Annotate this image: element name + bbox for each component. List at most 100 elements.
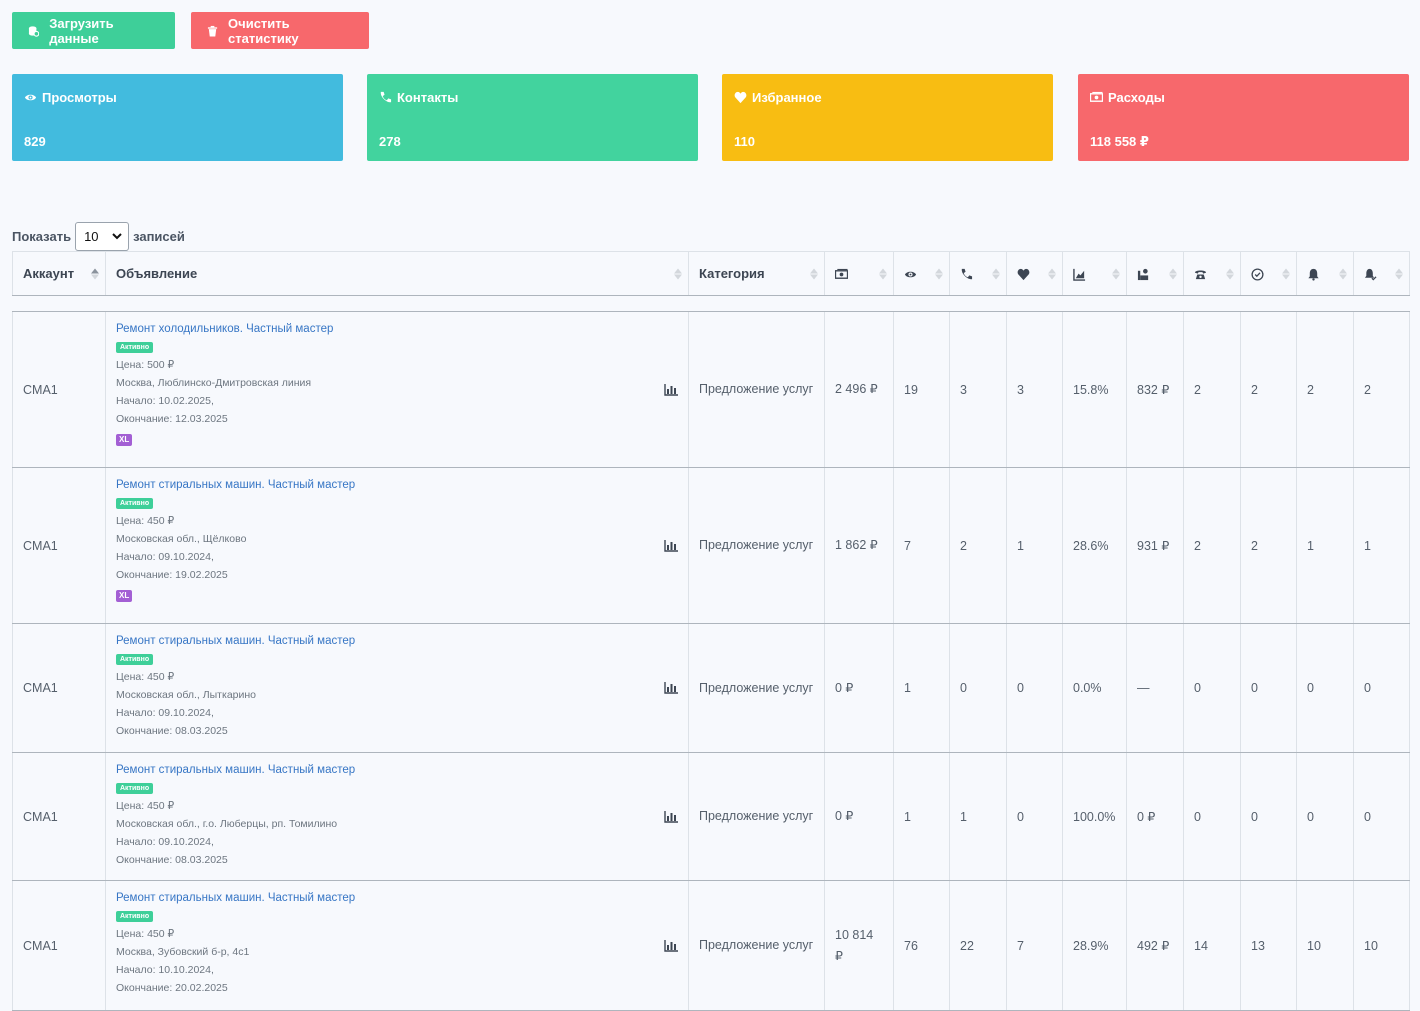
cell-cost: 0 ₽: [824, 623, 894, 753]
ad-title-link[interactable]: Ремонт стиральных машин. Частный мастер: [116, 476, 678, 494]
cell-notifications: 0: [1296, 752, 1354, 881]
cell-notifications: 0: [1296, 623, 1354, 753]
ad-price: Цена: 450 ₽: [116, 671, 175, 683]
ad-title-link[interactable]: Ремонт холодильников. Частный мастер: [116, 320, 678, 338]
cell-category: Предложение услуг: [688, 623, 825, 753]
sort-icon: [935, 268, 943, 279]
cell-conversion: 28.9%: [1062, 880, 1127, 1011]
trash-icon: [207, 25, 218, 37]
bar-chart-icon[interactable]: [664, 939, 678, 952]
cell-calls: 14: [1183, 880, 1241, 1011]
column-account[interactable]: Аккаунт: [12, 251, 106, 296]
sort-icon: [1339, 268, 1347, 279]
cell-cost-per-contact: 931 ₽: [1126, 467, 1184, 624]
bar-chart-icon[interactable]: [664, 539, 678, 552]
cell-notifications: 10: [1296, 880, 1354, 1011]
column-contacts[interactable]: [949, 251, 1007, 296]
ad-address: Московская обл., г.о. Люберцы, рп. Томил…: [116, 818, 338, 830]
ad-price: Цена: 450 ₽: [116, 515, 175, 527]
column-notifications-done[interactable]: [1353, 251, 1410, 296]
cell-contacts: 22: [949, 880, 1007, 1011]
cell-contacts: 3: [949, 311, 1007, 468]
column-favorites[interactable]: [1006, 251, 1063, 296]
load-data-button[interactable]: Загрузить данные: [12, 12, 175, 49]
table-row: CMA1 Ремонт стиральных машин. Частный ма…: [12, 467, 1410, 624]
ad-start-date: Начало: 09.10.2024,: [116, 707, 214, 719]
cell-cost: 2 496 ₽: [824, 311, 894, 468]
ad-title-link[interactable]: Ремонт стиральных машин. Частный мастер: [116, 761, 678, 779]
table-header-row: Аккаунт Объявление Категория: [12, 251, 1410, 296]
views-card-title: Просмотры: [42, 90, 117, 105]
ad-address: Московская обл., Щёлково: [116, 533, 247, 545]
column-cost[interactable]: [824, 251, 894, 296]
column-cost-per-contact[interactable]: [1126, 251, 1184, 296]
chart-area-icon: [1073, 268, 1086, 281]
ad-address: Москва, Зубовский б-р, 4с1: [116, 946, 250, 958]
page-length-select[interactable]: 10: [75, 221, 130, 251]
cell-views: 19: [893, 311, 950, 468]
bar-chart-icon[interactable]: [664, 383, 678, 396]
ad-price: Цена: 500 ₽: [116, 359, 175, 371]
ad-price: Цена: 450 ₽: [116, 928, 175, 940]
table-row: CMA1 Ремонт стиральных машин. Частный ма…: [12, 623, 1410, 753]
cell-notifications: 1: [1296, 467, 1354, 624]
sort-icon: [1112, 268, 1120, 279]
page-length-value: 10: [84, 228, 99, 244]
sort-icon: [810, 268, 818, 279]
clear-stats-label: Очистить статистику: [228, 15, 299, 46]
cell-account: CMA1: [12, 752, 106, 881]
eye-icon: [904, 271, 917, 278]
bar-chart-icon[interactable]: [664, 810, 678, 823]
favorites-card: Избранное 110: [722, 74, 1053, 161]
cell-category: Предложение услуг: [688, 311, 825, 468]
cell-views: 1: [893, 752, 950, 881]
cell-cost: 1 862 ₽: [824, 467, 894, 624]
cell-conversion: 0.0%: [1062, 623, 1127, 753]
ad-address: Москва, Люблинско-Дмитровская линия: [116, 377, 312, 389]
ad-start-date: Начало: 09.10.2024,: [116, 836, 214, 848]
column-category[interactable]: Категория: [688, 251, 825, 296]
cell-notifications-done: 10: [1353, 880, 1410, 1011]
xl-badge: XL: [116, 434, 133, 446]
column-conversion[interactable]: [1062, 251, 1127, 296]
status-badge: Активно: [116, 911, 154, 922]
column-done[interactable]: [1240, 251, 1297, 296]
ad-title-link[interactable]: Ремонт стиральных машин. Частный мастер: [116, 889, 678, 907]
ad-end-date: Окончание: 08.03.2025: [116, 725, 228, 737]
column-notifications[interactable]: [1296, 251, 1354, 296]
sort-icon: [1226, 268, 1234, 279]
ad-title-link[interactable]: Ремонт стиральных машин. Частный мастер: [116, 632, 678, 650]
ad-end-date: Окончание: 20.02.2025: [116, 982, 228, 994]
cell-favorites: 0: [1006, 623, 1063, 753]
cell-done: 0: [1240, 752, 1297, 881]
clear-stats-button[interactable]: Очистить статистику: [191, 12, 369, 49]
cell-contacts: 1: [949, 752, 1007, 881]
column-ad[interactable]: Объявление: [105, 251, 689, 296]
cell-account: CMA1: [12, 880, 106, 1011]
views-card: Просмотры 829: [12, 74, 343, 161]
bar-chart-icon[interactable]: [664, 682, 678, 694]
cell-calls: 0: [1183, 752, 1241, 881]
ad-end-date: Окончание: 19.02.2025: [116, 569, 228, 581]
chevron-down-icon: [112, 232, 122, 239]
ad-price: Цена: 450 ₽: [116, 800, 175, 812]
ad-start-date: Начало: 09.10.2024,: [116, 551, 214, 563]
telephone-icon: [1194, 270, 1207, 280]
load-data-label: Загрузить данные: [49, 15, 114, 46]
table-row: CMA1 Ремонт холодильников. Частный масте…: [12, 311, 1410, 468]
cell-views: 7: [893, 467, 950, 624]
cell-cost-per-contact: 0 ₽: [1126, 752, 1184, 881]
ads-table: Аккаунт Объявление Категория CMA1 Ремонт…: [12, 251, 1410, 1011]
column-calls[interactable]: [1183, 251, 1241, 296]
sort-icon: [91, 268, 99, 279]
table-row: CMA1 Ремонт стиральных машин. Частный ма…: [12, 752, 1410, 881]
cell-notifications-done: 2: [1353, 311, 1410, 468]
ad-end-date: Окончание: 08.03.2025: [116, 854, 228, 866]
phone-icon: [380, 91, 392, 103]
column-views[interactable]: [893, 251, 950, 296]
cell-done: 13: [1240, 880, 1297, 1011]
sort-icon: [1169, 268, 1177, 279]
cell-done: 2: [1240, 467, 1297, 624]
cell-category: Предложение услуг: [688, 880, 825, 1011]
cell-conversion: 100.0%: [1062, 752, 1127, 881]
